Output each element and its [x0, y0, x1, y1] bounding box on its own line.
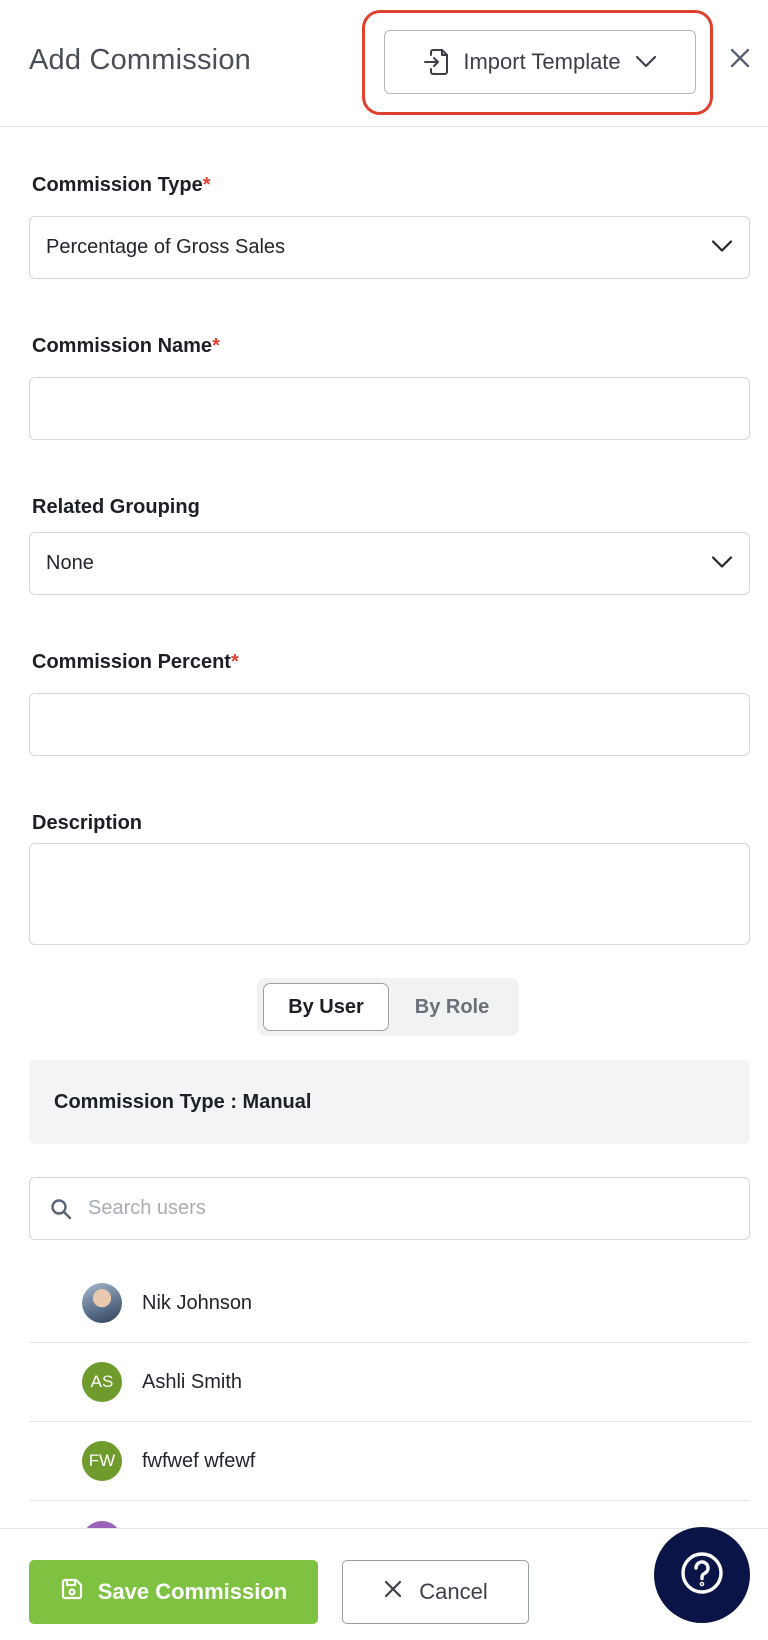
chevron-down-icon	[711, 552, 733, 575]
related-grouping-select[interactable]: None	[29, 532, 750, 595]
import-template-label: Import Template	[463, 49, 621, 74]
user-name: Nik Johnson	[142, 1291, 253, 1314]
help-button[interactable]	[654, 1527, 750, 1623]
close-icon	[383, 1579, 403, 1605]
list-item[interactable]: AS Ashli Smith	[29, 1343, 750, 1422]
import-icon	[423, 48, 449, 76]
commission-name-label: Commission Name*	[32, 335, 220, 357]
assign-by-toggle: By User By Role	[257, 978, 519, 1036]
list-item[interactable]	[29, 1501, 750, 1531]
search-icon	[48, 1196, 74, 1222]
search-users-field[interactable]	[29, 1177, 750, 1240]
list-item[interactable]: Nik Johnson	[29, 1264, 750, 1343]
avatar: FW	[82, 1441, 122, 1481]
commission-type-value: Percentage of Gross Sales	[46, 236, 286, 258]
description-textarea[interactable]	[29, 843, 750, 945]
search-input[interactable]	[88, 1197, 688, 1220]
commission-name-input[interactable]	[29, 377, 750, 440]
cancel-label: Cancel	[419, 1579, 488, 1604]
save-icon	[60, 1577, 84, 1607]
user-name: fwfwef wfewf	[142, 1449, 256, 1472]
close-icon	[729, 47, 751, 74]
close-button[interactable]	[726, 46, 754, 74]
user-list: Nik Johnson AS Ashli Smith FW fwfwef wfe…	[29, 1264, 750, 1531]
list-item[interactable]: FW fwfwef wfewf	[29, 1422, 750, 1501]
help-icon	[679, 1550, 725, 1601]
commission-type-label: Commission Type*	[32, 174, 211, 196]
by-user-tab[interactable]: By User	[263, 983, 389, 1031]
related-grouping-value: None	[46, 552, 94, 574]
commission-percent-input[interactable]	[29, 693, 750, 756]
page-title: Add Commission	[29, 44, 251, 76]
save-commission-label: Save Commission	[97, 1579, 288, 1604]
save-commission-button[interactable]: Save Commission	[29, 1560, 318, 1624]
description-label: Description	[32, 812, 143, 834]
chevron-down-icon	[711, 236, 733, 259]
modal-header: Add Commission Import Template	[0, 0, 768, 127]
related-grouping-label: Related Grouping	[32, 496, 200, 518]
chevron-down-icon	[635, 55, 657, 69]
avatar: AS	[82, 1362, 122, 1402]
avatar	[82, 1283, 122, 1323]
commission-type-banner: Commission Type : Manual	[29, 1060, 750, 1144]
commission-percent-label: Commission Percent*	[32, 651, 239, 673]
cancel-button[interactable]: Cancel	[342, 1560, 529, 1624]
modal-footer: Save Commission Cancel	[0, 1528, 768, 1640]
by-role-tab[interactable]: By Role	[391, 983, 513, 1031]
import-template-button[interactable]: Import Template	[384, 30, 696, 94]
user-name: Ashli Smith	[142, 1370, 243, 1393]
commission-type-select[interactable]: Percentage of Gross Sales	[29, 216, 750, 279]
